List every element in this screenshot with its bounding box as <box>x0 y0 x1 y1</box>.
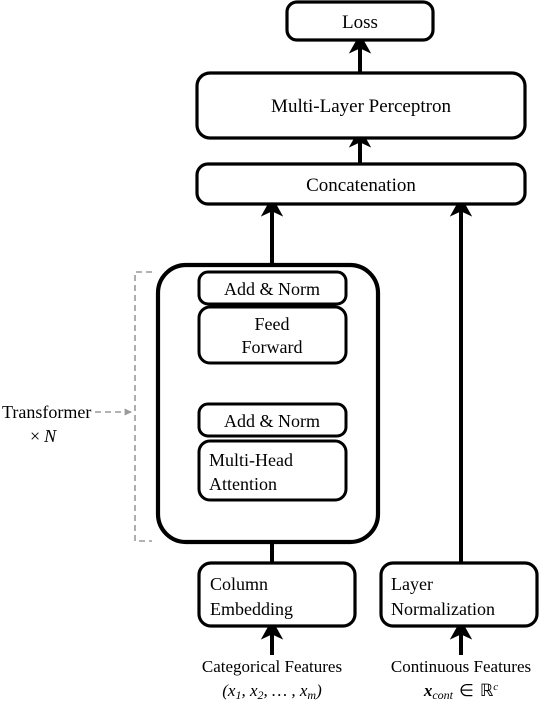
node-feed-forward-label-2: Forward <box>242 337 303 357</box>
cat-math-sep1: , <box>241 681 250 700</box>
transformer-repeat-count: N <box>43 426 57 446</box>
node-attention-label-2: Attention <box>209 474 277 494</box>
node-layer-normalization-label-1: Layer <box>391 574 433 594</box>
transformer-annotation-label: Transformer <box>2 402 91 422</box>
categorical-features-caption: Categorical Features <box>202 657 342 676</box>
categorical-features-math: (x1, x2, … , xm) <box>222 681 322 702</box>
node-layer-normalization-label-2: Normalization <box>391 599 495 619</box>
transformer-repeat-symbol: × <box>30 426 40 446</box>
cat-math-xm-sub: m <box>307 688 316 702</box>
cont-math-set-sup: c <box>493 681 498 693</box>
continuous-features-math: xcont ∈ ℝc <box>423 681 498 702</box>
transformer-repeat-annotation: × N <box>30 426 57 446</box>
cat-math-close: ) <box>315 681 322 700</box>
node-loss-label: Loss <box>342 12 378 33</box>
cat-math-sep2: , … , <box>264 681 300 700</box>
node-add-norm-top-label: Add & Norm <box>224 279 320 299</box>
node-add-norm-bottom-label: Add & Norm <box>224 411 320 431</box>
cont-math-x: x <box>423 681 433 700</box>
cont-math-in: ∈ <box>459 681 474 701</box>
node-column-embedding-label-2: Embedding <box>210 599 293 619</box>
node-attention-label-1: Multi-Head <box>209 450 293 470</box>
cont-math-x-sub: cont <box>432 688 453 702</box>
node-column-embedding-label-1: Column <box>210 574 268 594</box>
cont-math-set: ℝ <box>480 681 494 701</box>
transformer-bracket <box>134 271 152 542</box>
node-mlp-label: Multi-Layer Perceptron <box>271 96 451 117</box>
continuous-features-caption: Continuous Features <box>391 657 531 676</box>
node-feed-forward-label-1: Feed <box>255 314 290 334</box>
node-concatenation-label: Concatenation <box>306 175 416 196</box>
diagram-canvas: Loss Multi-Layer Perceptron Concatenatio… <box>2 0 539 702</box>
architecture-diagram: Loss Multi-Layer Perceptron Concatenatio… <box>0 0 544 702</box>
